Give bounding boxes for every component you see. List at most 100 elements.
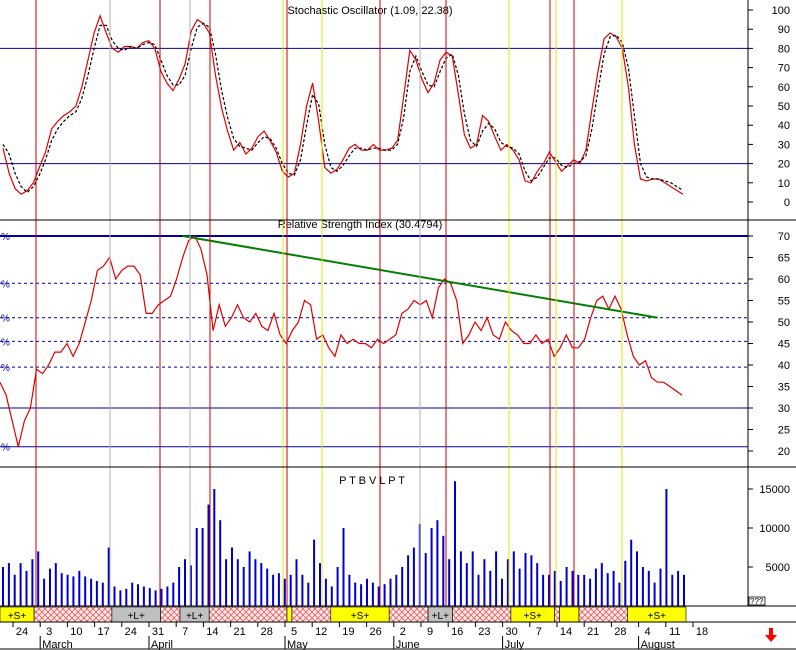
- volume-bar: [653, 582, 656, 606]
- x-day-label: 18: [696, 626, 708, 638]
- volume-bar: [618, 582, 621, 606]
- volume-bar: [248, 551, 251, 606]
- volume-bar: [442, 535, 445, 606]
- y-tick-label: 100: [772, 5, 790, 17]
- volume-bar: [231, 547, 233, 606]
- signal-band-label: +L+: [186, 611, 203, 622]
- volume-bar: [459, 551, 462, 606]
- volume-bar: [430, 528, 433, 606]
- x-day-label: 10: [70, 626, 82, 638]
- y-tick-label: 40: [778, 360, 790, 372]
- volume-bar: [178, 567, 181, 606]
- signal-band-label: +S+: [648, 611, 667, 622]
- signal-band: [578, 606, 629, 623]
- volume-bar: [501, 578, 503, 606]
- down-arrow-icon[interactable]: [765, 628, 777, 642]
- volume-bar: [412, 547, 415, 606]
- volume-bar: [436, 520, 439, 606]
- signal-band: [33, 606, 113, 623]
- volume-bar: [489, 570, 492, 606]
- volume-bar: [49, 568, 51, 606]
- volume-bar: [630, 539, 633, 606]
- volume-bar: [659, 568, 662, 606]
- volume-bar: [530, 555, 533, 606]
- x-day-label: 2: [400, 626, 406, 638]
- volume-bar: [236, 559, 239, 606]
- x-day-label: 3: [46, 626, 52, 638]
- signal-band: [291, 606, 332, 623]
- volume-bar: [13, 574, 16, 606]
- volume-bar: [401, 567, 404, 606]
- volume-bar: [19, 563, 22, 606]
- x-day-label: 30: [505, 626, 517, 638]
- y-tick-label: 25: [778, 425, 790, 437]
- volume-bar: [612, 570, 615, 606]
- volume-bar: [125, 588, 128, 606]
- signal-band-strip: +S+ +L+ +L+ +S+ +L+ +S+ +S+: [0, 606, 687, 623]
- signal-band: [286, 606, 293, 623]
- volume-bar: [254, 559, 257, 606]
- y-tick-label: 0: [784, 197, 790, 209]
- rsi-title: Relative Strength Index (30.4794): [278, 219, 443, 231]
- y-tick-label: 50: [778, 317, 790, 329]
- volume-bar: [54, 563, 57, 606]
- rsi-left-label: %: [1, 443, 10, 454]
- y-tick-label: 20: [778, 446, 790, 458]
- x-day-label: 5: [291, 626, 297, 638]
- rsi-left-label: %: [1, 337, 10, 348]
- x-day-label: 4: [645, 626, 651, 638]
- x-day-label: 12: [315, 626, 327, 638]
- rsi-left-label: %: [1, 279, 10, 290]
- volume-bar: [665, 489, 668, 606]
- volume-bar: [131, 582, 134, 606]
- x-month-label: March: [42, 639, 73, 650]
- volume-bar: [565, 567, 568, 606]
- volume-bar: [518, 568, 521, 606]
- volume-bar: [289, 574, 292, 606]
- y-tick-label: 10000: [759, 523, 790, 535]
- rsi-left-label: %: [1, 363, 10, 374]
- x-day-label: 19: [342, 626, 354, 638]
- chart-canvas: Stochastic Oscillator (1.09, 22.38) 1009…: [0, 0, 796, 650]
- x-day-label: 14: [560, 626, 572, 638]
- volume-bar: [471, 551, 474, 606]
- x-month-label: June: [396, 639, 420, 650]
- x-day-label: 16: [451, 626, 463, 638]
- x-day-label: 24: [125, 626, 137, 638]
- volume-bar: [107, 547, 110, 606]
- volume-bar: [154, 590, 157, 606]
- volume-bar: [113, 586, 116, 606]
- volume-bar: [624, 560, 627, 606]
- y-tick-label: 70: [778, 231, 790, 243]
- volume-bar: [172, 582, 175, 606]
- volume-panel: P T B V L P T 15000100005000 +S+ +L+ +L+ +S…: [0, 475, 790, 623]
- x-day-label: 31: [152, 626, 164, 638]
- volume-bar: [377, 586, 380, 606]
- volume-bar: [148, 588, 151, 606]
- volume-bar: [330, 586, 333, 606]
- volume-bar: [242, 567, 245, 606]
- volume-bar: [60, 573, 63, 606]
- volume-bar: [677, 570, 680, 606]
- rsi-yaxis: 70 65 60 55 50 45 40 35 30 25 20: [748, 231, 790, 458]
- volume-bar: [324, 578, 327, 606]
- volume-yaxis: 15000 10000 5000: [748, 484, 790, 574]
- volume-bar: [195, 528, 198, 606]
- volume-bar: [636, 551, 638, 606]
- y-tick-label: 90: [778, 24, 790, 36]
- volume-bar: [72, 576, 75, 606]
- signal-band: [388, 606, 429, 623]
- volume-bar: [683, 574, 685, 606]
- y-tick-label: 5000: [766, 562, 790, 574]
- volume-bar: [84, 576, 87, 606]
- y-tick-label: 30: [778, 139, 790, 151]
- y-tick-label: 60: [778, 274, 790, 286]
- volume-bar: [383, 584, 386, 606]
- x-day-label: 23: [478, 626, 490, 638]
- volume-bar: [583, 574, 586, 606]
- x-day-label: 21: [587, 626, 599, 638]
- volume-bar: [577, 574, 580, 606]
- stochastic-title: Stochastic Oscillator (1.09, 22.38): [287, 5, 452, 17]
- volume-bar: [119, 590, 122, 606]
- volume-bar: [647, 570, 650, 606]
